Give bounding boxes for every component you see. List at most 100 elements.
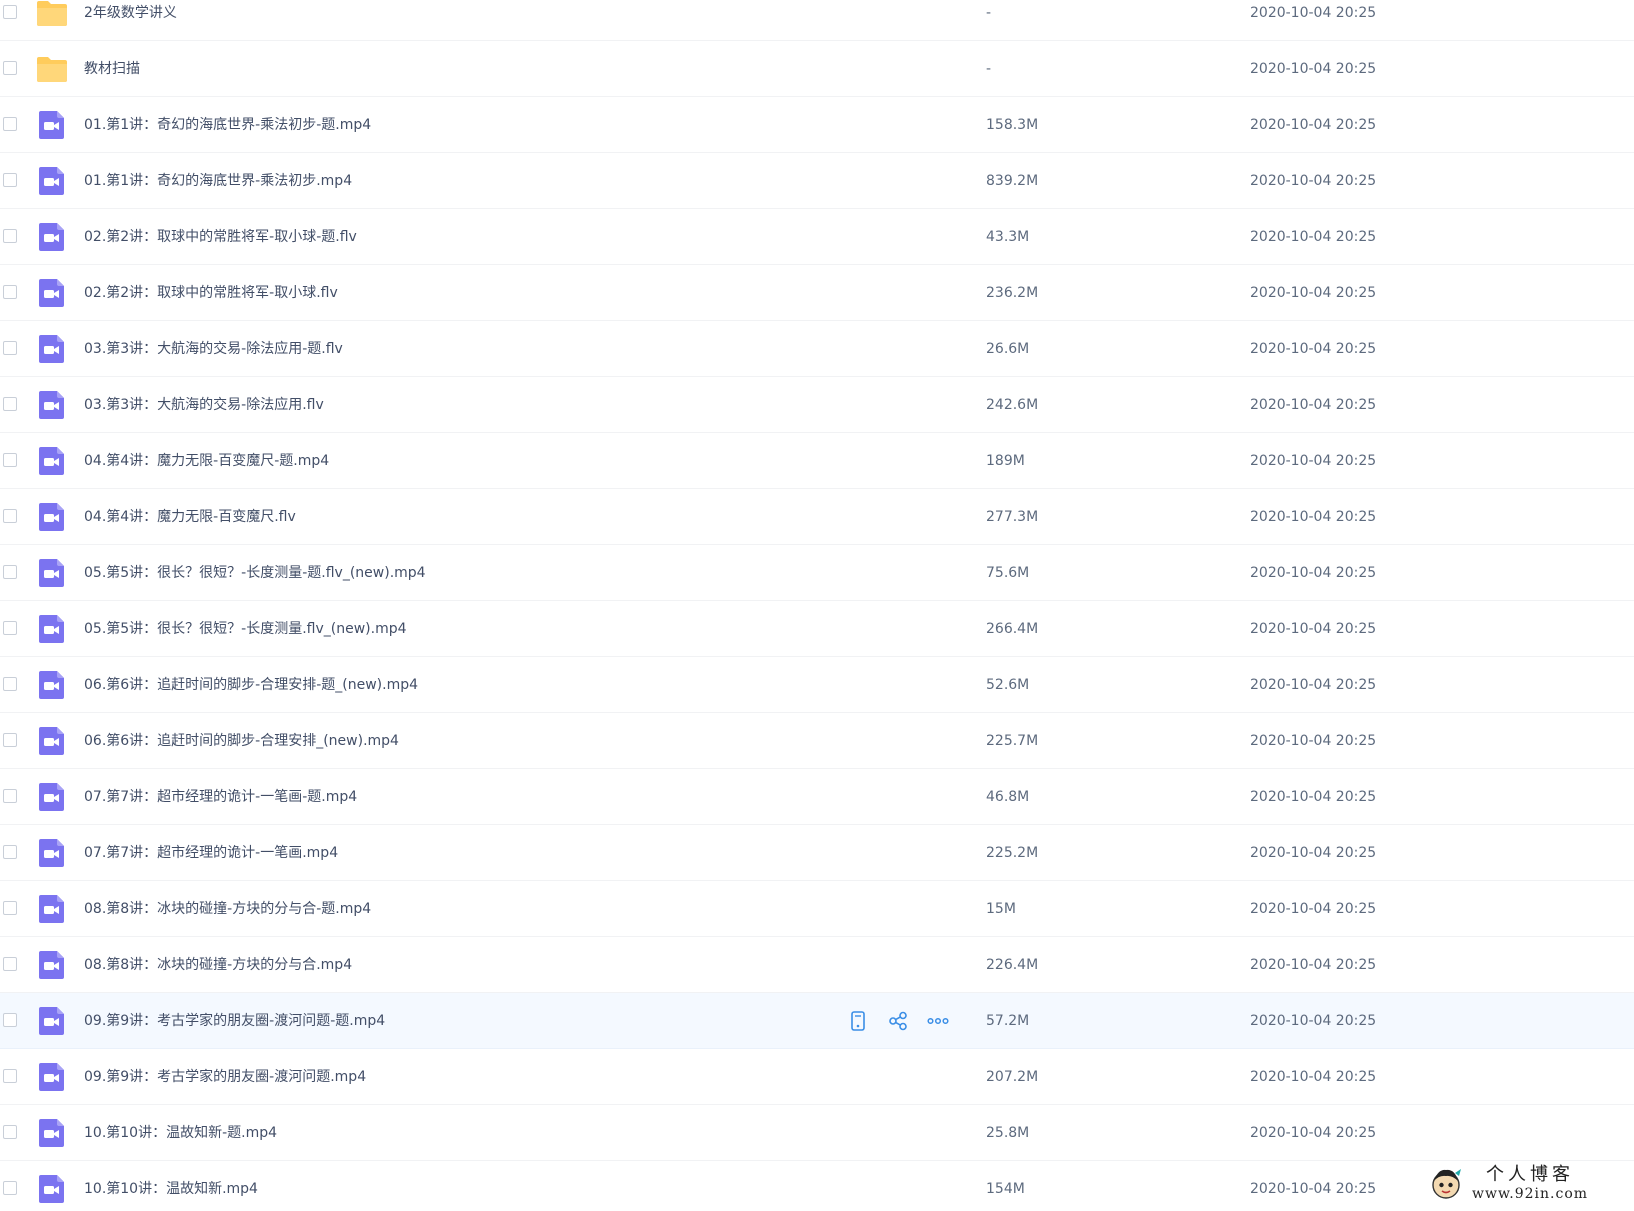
file-modified-time: 2020-10-04 20:25 — [1250, 1181, 1377, 1197]
row-checkbox[interactable] — [3, 117, 17, 131]
more-options-button[interactable] — [926, 1009, 950, 1033]
file-name[interactable]: 07.第7讲：超市经理的诡计-一笔画.mp4 — [84, 825, 338, 881]
row-checkbox[interactable] — [3, 1125, 17, 1139]
row-checkbox[interactable] — [3, 229, 17, 243]
send-to-phone-button[interactable] — [846, 1009, 870, 1033]
file-name[interactable]: 06.第6讲：追赶时间的脚步-合理安排_(new).mp4 — [84, 713, 399, 769]
file-size: 43.3M — [986, 229, 1030, 245]
file-row[interactable]: 06.第6讲：追赶时间的脚步-合理安排-题_(new).mp4 52.6M 20… — [0, 657, 1634, 713]
file-name[interactable]: 10.第10讲：温故知新.mp4 — [84, 1161, 258, 1211]
file-row[interactable]: 05.第5讲：很长？很短？-长度测量-题.flv_(new).mp4 75.6M… — [0, 545, 1634, 601]
row-checkbox[interactable] — [3, 621, 17, 635]
video-file-icon — [36, 949, 68, 981]
file-name[interactable]: 05.第5讲：很长？很短？-长度测量-题.flv_(new).mp4 — [84, 545, 426, 601]
file-row[interactable]: 04.第4讲：魔力无限-百变魔尺-题.mp4 189M 2020-10-04 2… — [0, 433, 1634, 489]
file-size: 225.2M — [986, 845, 1039, 861]
file-name[interactable]: 03.第3讲：大航海的交易-除法应用.flv — [84, 377, 324, 433]
video-file-icon — [36, 669, 68, 701]
watermark: 个人博客 www.92in.com — [1424, 1161, 1620, 1205]
file-row[interactable]: 08.第8讲：冰块的碰撞-方块的分与合-题.mp4 15M 2020-10-04… — [0, 881, 1634, 937]
row-checkbox[interactable] — [3, 733, 17, 747]
row-checkbox[interactable] — [3, 173, 17, 187]
file-name[interactable]: 09.第9讲：考古学家的朋友圈-渡河问题.mp4 — [84, 1049, 366, 1105]
video-file-icon — [36, 557, 68, 589]
file-row[interactable]: 07.第7讲：超市经理的诡计-一笔画.mp4 225.2M 2020-10-04… — [0, 825, 1634, 881]
file-modified-time: 2020-10-04 20:25 — [1250, 1013, 1377, 1029]
file-size: 158.3M — [986, 117, 1039, 133]
file-row[interactable]: 06.第6讲：追赶时间的脚步-合理安排_(new).mp4 225.7M 202… — [0, 713, 1634, 769]
file-name[interactable]: 2年级数学讲义 — [84, 0, 177, 41]
file-row[interactable]: 02.第2讲：取球中的常胜将军-取小球-题.flv 43.3M 2020-10-… — [0, 209, 1634, 265]
video-file-icon — [36, 221, 68, 253]
file-name[interactable]: 01.第1讲：奇幻的海底世界-乘法初步.mp4 — [84, 153, 352, 209]
row-checkbox[interactable] — [3, 453, 17, 467]
file-name[interactable]: 教材扫描 — [84, 41, 140, 97]
row-checkbox[interactable] — [3, 397, 17, 411]
file-name[interactable]: 06.第6讲：追赶时间的脚步-合理安排-题_(new).mp4 — [84, 657, 418, 713]
file-size: 15M — [986, 901, 1016, 917]
file-name[interactable]: 02.第2讲：取球中的常胜将军-取小球-题.flv — [84, 209, 357, 265]
file-row[interactable]: 09.第9讲：考古学家的朋友圈-渡河问题-题.mp4 57.2M 2020-10… — [0, 993, 1634, 1049]
file-size: 225.7M — [986, 733, 1039, 749]
file-name[interactable]: 09.第9讲：考古学家的朋友圈-渡河问题-题.mp4 — [84, 993, 385, 1049]
video-file-icon — [36, 781, 68, 813]
file-list: 2年级数学讲义 - 2020-10-04 20:25 教材扫描 - 2020-1… — [0, 0, 1634, 1203]
file-modified-time: 2020-10-04 20:25 — [1250, 621, 1377, 637]
row-checkbox[interactable] — [3, 61, 17, 75]
video-file-icon — [36, 837, 68, 869]
file-size: 46.8M — [986, 789, 1030, 805]
file-row[interactable]: 03.第3讲：大航海的交易-除法应用.flv 242.6M 2020-10-04… — [0, 377, 1634, 433]
row-checkbox[interactable] — [3, 677, 17, 691]
video-file-icon — [36, 501, 68, 533]
file-row[interactable]: 10.第10讲：温故知新.mp4 154M 2020-10-04 20:25 — [0, 1161, 1634, 1211]
file-modified-time: 2020-10-04 20:25 — [1250, 61, 1377, 77]
video-file-icon — [36, 333, 68, 365]
file-row[interactable]: 05.第5讲：很长？很短？-长度测量.flv_(new).mp4 266.4M … — [0, 601, 1634, 657]
file-row[interactable]: 教材扫描 - 2020-10-04 20:25 — [0, 41, 1634, 97]
file-name[interactable]: 05.第5讲：很长？很短？-长度测量.flv_(new).mp4 — [84, 601, 407, 657]
file-name[interactable]: 08.第8讲：冰块的碰撞-方块的分与合.mp4 — [84, 937, 352, 993]
row-checkbox[interactable] — [3, 285, 17, 299]
video-file-icon — [36, 893, 68, 925]
row-checkbox[interactable] — [3, 789, 17, 803]
file-row[interactable]: 2年级数学讲义 - 2020-10-04 20:25 — [0, 0, 1634, 41]
file-name[interactable]: 10.第10讲：温故知新-题.mp4 — [84, 1105, 277, 1161]
row-checkbox[interactable] — [3, 957, 17, 971]
file-size: 207.2M — [986, 1069, 1039, 1085]
row-checkbox[interactable] — [3, 1181, 17, 1195]
file-row[interactable]: 01.第1讲：奇幻的海底世界-乘法初步-题.mp4 158.3M 2020-10… — [0, 97, 1634, 153]
file-size: 839.2M — [986, 173, 1039, 189]
file-row[interactable]: 02.第2讲：取球中的常胜将军-取小球.flv 236.2M 2020-10-0… — [0, 265, 1634, 321]
row-checkbox[interactable] — [3, 5, 17, 19]
file-row[interactable]: 04.第4讲：魔力无限-百变魔尺.flv 277.3M 2020-10-04 2… — [0, 489, 1634, 545]
file-name[interactable]: 01.第1讲：奇幻的海底世界-乘法初步-题.mp4 — [84, 97, 371, 153]
row-checkbox[interactable] — [3, 845, 17, 859]
row-checkbox[interactable] — [3, 1013, 17, 1027]
file-row[interactable]: 09.第9讲：考古学家的朋友圈-渡河问题.mp4 207.2M 2020-10-… — [0, 1049, 1634, 1105]
file-name[interactable]: 04.第4讲：魔力无限-百变魔尺.flv — [84, 489, 296, 545]
file-size: 154M — [986, 1181, 1025, 1197]
file-name[interactable]: 04.第4讲：魔力无限-百变魔尺-题.mp4 — [84, 433, 329, 489]
file-row[interactable]: 08.第8讲：冰块的碰撞-方块的分与合.mp4 226.4M 2020-10-0… — [0, 937, 1634, 993]
file-row[interactable]: 07.第7讲：超市经理的诡计-一笔画-题.mp4 46.8M 2020-10-0… — [0, 769, 1634, 825]
file-row[interactable]: 01.第1讲：奇幻的海底世界-乘法初步.mp4 839.2M 2020-10-0… — [0, 153, 1634, 209]
file-modified-time: 2020-10-04 20:25 — [1250, 341, 1377, 357]
share-icon — [888, 1011, 908, 1031]
file-row[interactable]: 10.第10讲：温故知新-题.mp4 25.8M 2020-10-04 20:2… — [0, 1105, 1634, 1161]
file-modified-time: 2020-10-04 20:25 — [1250, 453, 1377, 469]
file-modified-time: 2020-10-04 20:25 — [1250, 117, 1377, 133]
row-checkbox[interactable] — [3, 509, 17, 523]
row-checkbox[interactable] — [3, 341, 17, 355]
file-name[interactable]: 08.第8讲：冰块的碰撞-方块的分与合-题.mp4 — [84, 881, 371, 937]
row-checkbox[interactable] — [3, 1069, 17, 1083]
share-button[interactable] — [886, 1009, 910, 1033]
row-checkbox[interactable] — [3, 565, 17, 579]
file-name[interactable]: 02.第2讲：取球中的常胜将军-取小球.flv — [84, 265, 338, 321]
row-checkbox[interactable] — [3, 901, 17, 915]
file-name[interactable]: 07.第7讲：超市经理的诡计-一笔画-题.mp4 — [84, 769, 357, 825]
phone-icon — [849, 1011, 867, 1031]
file-name[interactable]: 03.第3讲：大航海的交易-除法应用-题.flv — [84, 321, 343, 377]
file-size: 242.6M — [986, 397, 1039, 413]
file-row[interactable]: 03.第3讲：大航海的交易-除法应用-题.flv 26.6M 2020-10-0… — [0, 321, 1634, 377]
file-modified-time: 2020-10-04 20:25 — [1250, 173, 1377, 189]
